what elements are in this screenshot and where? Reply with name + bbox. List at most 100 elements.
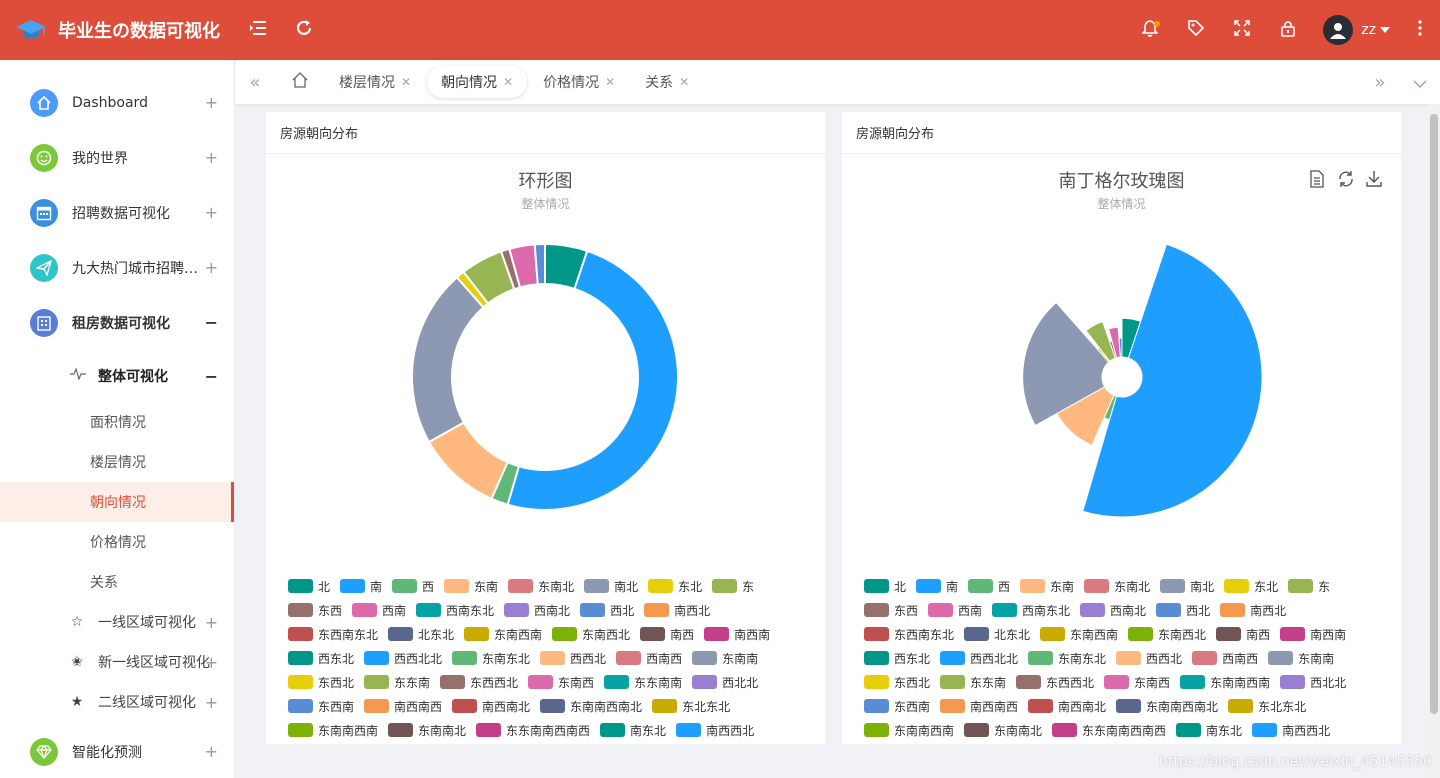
legend-item[interactable]: 东南东北 [1028,648,1106,668]
legend-item[interactable]: 南西南 [1280,624,1346,644]
legend-item[interactable]: 西南东北 [416,600,494,620]
legend-item[interactable]: 南 [916,576,958,596]
legend-item[interactable]: 东南 [444,576,498,596]
sidebar-item-rental-viz[interactable]: 租房数据可视化 − [0,295,234,350]
sidebar-item-new-tier1[interactable]: ✬ 新一线区域可视化 + [0,642,234,682]
legend-item[interactable]: 东东南南西南西 [1052,720,1166,740]
rose-chart[interactable] [842,222,1401,562]
legend-item[interactable]: 东南东北 [452,648,530,668]
close-icon[interactable]: ✕ [503,75,513,89]
close-icon[interactable]: ✕ [605,75,615,89]
legend-item[interactable]: 南西南西 [364,696,442,716]
legend-item[interactable]: 西西北北 [940,648,1018,668]
brand[interactable]: 毕业生の数据可视化 [0,17,235,43]
legend-item[interactable]: 南西南北 [452,696,530,716]
legend-item[interactable]: 东西北 [288,672,354,692]
legend-item[interactable]: 东西西北 [1016,672,1094,692]
legend-item[interactable]: 东南南北 [964,720,1042,740]
notification-button[interactable] [1127,0,1173,60]
legend-item[interactable]: 东南西北 [552,624,630,644]
tab-price[interactable]: 价格情况 ✕ [529,66,629,98]
tag-button[interactable] [1173,0,1219,60]
tab-orientation[interactable]: 朝向情况 ✕ [427,66,528,98]
close-icon[interactable]: ✕ [401,75,411,89]
legend-item[interactable]: 南北 [584,576,638,596]
legend-item[interactable]: 南西西北 [676,720,754,740]
legend-item[interactable]: 南西北 [1220,600,1286,620]
tab-relation[interactable]: 关系 ✕ [631,66,703,98]
donut-slice-南[interactable] [506,249,679,512]
legend-item[interactable]: 西南西 [1192,648,1258,668]
legend-item[interactable]: 东南北 [1084,576,1150,596]
legend-item[interactable]: 东东南 [940,672,1006,692]
legend-item[interactable]: 东南南西南 [864,720,954,740]
legend-item[interactable]: 东东南南西南西 [476,720,590,740]
legend-item[interactable]: 南西 [640,624,694,644]
close-icon[interactable]: ✕ [679,75,689,89]
refresh-button[interactable] [281,0,327,60]
fullscreen-button[interactable] [1219,0,1265,60]
legend-item[interactable]: 东西南 [864,696,930,716]
restore-icon[interactable] [1337,170,1355,188]
legend-item[interactable]: 西北北 [692,672,758,692]
sidebar-item-tier2[interactable]: ★ 二线区域可视化 + [0,682,234,722]
legend-item[interactable]: 西 [392,576,434,596]
legend-item[interactable]: 东南西南 [464,624,542,644]
more-button[interactable] [1400,0,1440,60]
menu-toggle-button[interactable] [235,0,281,60]
donut-chart[interactable] [266,222,825,562]
legend-item[interactable]: 南北 [1160,576,1214,596]
legend-item[interactable]: 西南 [928,600,982,620]
legend-item[interactable]: 东南西北 [1128,624,1206,644]
vertical-scrollbar[interactable] [1428,104,1440,778]
legend-item[interactable]: 东北 [1224,576,1278,596]
tab-home[interactable] [275,60,325,104]
legend-item[interactable]: 西东北 [288,648,354,668]
legend-item[interactable]: 东南南西南 [1180,672,1270,692]
sidebar-leaf-price[interactable]: 价格情况 [0,522,234,562]
tabs-scroll-left-button[interactable]: « [235,60,275,104]
tab-floor[interactable]: 楼层情况 ✕ [325,66,425,98]
sidebar-item-nine-cities[interactable]: 九大热门城市招聘数据 + [0,240,234,295]
legend-item[interactable]: 东 [712,576,754,596]
download-icon[interactable] [1365,170,1383,188]
legend-item[interactable]: 北 [864,576,906,596]
sidebar-leaf-area[interactable]: 面积情况 [0,402,234,442]
sidebar-leaf-orientation[interactable]: 朝向情况 [0,482,234,522]
legend-item[interactable]: 东北 [648,576,702,596]
legend-item[interactable]: 东东南南 [604,672,682,692]
legend-item[interactable]: 西北 [1156,600,1210,620]
legend-item[interactable]: 南东北 [1176,720,1242,740]
sidebar-item-tier1[interactable]: ☆ 一线区域可视化 + [0,602,234,642]
legend-item[interactable]: 东南 [1020,576,1074,596]
sidebar-item-dashboard[interactable]: Dashboard + [0,75,234,130]
legend-item[interactable]: 西南北 [1080,600,1146,620]
rose-slice-南[interactable] [1082,243,1263,518]
lock-button[interactable] [1265,0,1311,60]
legend-item[interactable]: 南 [340,576,382,596]
legend-item[interactable]: 东南西南 [1040,624,1118,644]
tabs-scroll-right-button[interactable]: » [1360,60,1400,104]
legend-item[interactable]: 东北东北 [652,696,730,716]
legend-item[interactable]: 东南南 [1268,648,1334,668]
sidebar-leaf-relation[interactable]: 关系 [0,562,234,602]
legend-item[interactable]: 东西南东北 [864,624,954,644]
legend-item[interactable]: 东 [1288,576,1330,596]
legend-item[interactable]: 东西北 [864,672,930,692]
sidebar-item-my-world[interactable]: 我的世界 + [0,130,234,185]
legend-item[interactable]: 东南南西南北 [540,696,642,716]
scrollbar-thumb[interactable] [1430,114,1438,714]
legend-item[interactable]: 西 [968,576,1010,596]
legend-item[interactable]: 东西南东北 [288,624,378,644]
legend-item[interactable]: 西西北北 [364,648,442,668]
sidebar-subgroup-overall[interactable]: 整体可视化 − [0,350,234,402]
tabs-dropdown-button[interactable] [1400,60,1440,104]
legend-item[interactable]: 北东北 [964,624,1030,644]
legend-item[interactable]: 西西北 [540,648,606,668]
legend-item[interactable]: 西北北 [1280,672,1346,692]
sidebar-item-recruit-viz[interactable]: 招聘数据可视化 + [0,185,234,240]
legend-item[interactable]: 东西 [288,600,342,620]
legend-item[interactable]: 北东北 [388,624,454,644]
legend-item[interactable]: 南西南 [704,624,770,644]
legend-item[interactable]: 东西南 [288,696,354,716]
